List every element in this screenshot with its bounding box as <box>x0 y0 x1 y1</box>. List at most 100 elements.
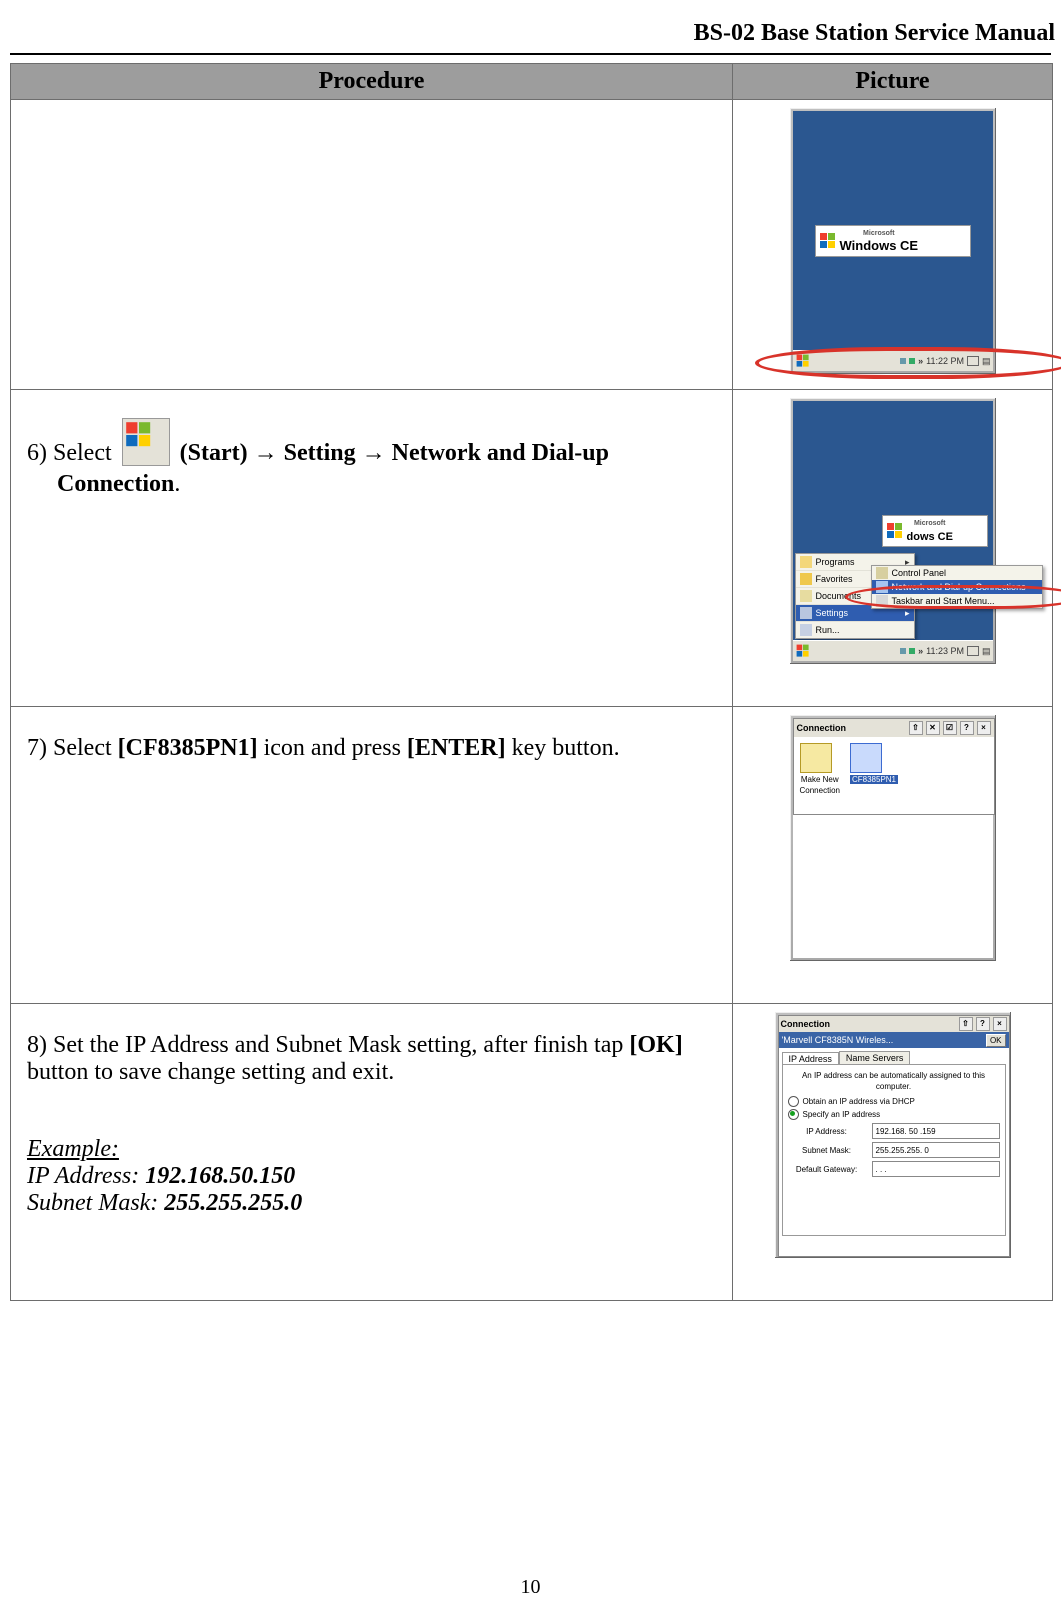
tray-sip-icon[interactable] <box>967 356 979 366</box>
menu-label: Run... <box>816 625 840 635</box>
input-gateway[interactable]: . . . <box>872 1161 1000 1177</box>
wince-brand-small: Microsoft <box>840 230 919 237</box>
wince-splash-logo: Microsoft Windows CE <box>816 226 970 256</box>
tray-desktop-icon[interactable]: ▤ <box>982 646 991 657</box>
doc-header-title: BS-02 Base Station Service Manual <box>0 20 1061 53</box>
radio-icon-checked[interactable] <box>788 1109 799 1120</box>
menu-label: Programs <box>816 557 855 567</box>
tab-panel-ip: An IP address can be automatically assig… <box>782 1064 1006 1236</box>
menu-item-run[interactable]: Run... <box>796 622 914 638</box>
settings-submenu[interactable]: Control Panel Network and Dial-up Connec… <box>871 565 1043 609</box>
input-value: . . . <box>876 1165 887 1174</box>
window-title: 'Marvell CF8385N Wireles... <box>782 1035 894 1045</box>
field-label-ip: IP Address: <box>788 1127 866 1136</box>
tray-icon[interactable] <box>900 648 906 654</box>
submenu-item-taskbar[interactable]: Taskbar and Start Menu... <box>872 594 1042 608</box>
tray-icon[interactable] <box>900 358 906 364</box>
menu-label: Network and Dial-up Connections <box>892 582 1026 592</box>
wince-taskbar[interactable]: » 11:22 PM ▤ <box>793 350 993 371</box>
wince-splash-logo: Microsoft dows CE <box>883 516 987 546</box>
row-b-picture: Microsoft dows CE Programs▸ Favorites▸ D… <box>733 390 1053 707</box>
menu-label: Documents <box>816 591 862 601</box>
start-button[interactable] <box>795 643 811 659</box>
wince-brand-partial: dows CE <box>907 531 953 543</box>
screenshot-ip-properties: Connection ⇧ ? × 'Marvell CF8385N Wirele… <box>775 1012 1011 1258</box>
step6-start: (Start) <box>180 440 248 466</box>
connection-label-selected: CF8385PN1 <box>850 775 898 784</box>
toolbar-icon[interactable]: ✕ <box>926 721 940 735</box>
sysbar-title: Connection <box>781 1019 831 1029</box>
input-subnet-mask[interactable]: 255.255.255. 0 <box>872 1142 1000 1158</box>
step7-enter: [ENTER] <box>407 735 506 761</box>
windows-flag-icon <box>820 233 836 249</box>
screenshot-start-menu: Microsoft dows CE Programs▸ Favorites▸ D… <box>790 398 996 664</box>
radio-static[interactable]: Specify an IP address <box>788 1109 1000 1120</box>
step6-setting: Setting <box>284 440 356 466</box>
menu-label: Settings <box>816 608 849 618</box>
help-icon[interactable]: ? <box>960 721 974 735</box>
col-header-procedure: Procedure <box>11 64 733 100</box>
input-ip-address[interactable]: 192.168. 50 .159 <box>872 1123 1000 1139</box>
window-title: Connection <box>797 723 847 733</box>
connection-item-cf8385pn1[interactable]: CF8385PN1 <box>850 743 898 795</box>
submenu-item-network[interactable]: Network and Dial-up Connections <box>872 580 1042 594</box>
window-titlebar: Connection ⇧ ✕ ☑ ? × <box>794 719 994 737</box>
step7-text: 7) Select <box>27 735 118 761</box>
wince-taskbar[interactable]: » 11:23 PM ▤ <box>793 640 993 661</box>
start-button[interactable] <box>795 353 811 369</box>
radio-dhcp[interactable]: Obtain an IP address via DHCP <box>788 1096 1000 1107</box>
wince-brand-small: Microsoft <box>907 520 953 527</box>
step6-dot: . <box>174 471 180 497</box>
step6-text: 6) Select <box>27 440 118 466</box>
radio-label: Specify an IP address <box>803 1110 881 1119</box>
step8-ok: [OK] <box>629 1032 682 1058</box>
menu-label: Taskbar and Start Menu... <box>892 596 995 606</box>
submenu-item-control-panel[interactable]: Control Panel <box>872 566 1042 580</box>
wince-brand: Windows CE <box>840 238 919 253</box>
toolbar-icon[interactable]: ☑ <box>943 721 957 735</box>
ok-button[interactable]: OK <box>986 1034 1006 1047</box>
header-rule <box>10 53 1051 55</box>
close-icon[interactable]: × <box>993 1017 1007 1031</box>
tab-name-servers[interactable]: Name Servers <box>839 1051 911 1064</box>
connection-item-new[interactable]: Make New Connection <box>800 743 840 795</box>
close-icon[interactable]: × <box>977 721 991 735</box>
tab-strip: IP Address Name Servers <box>782 1051 1009 1064</box>
tray-clock: 11:23 PM <box>926 646 964 656</box>
tray-icon[interactable] <box>909 358 915 364</box>
field-label-subnet: Subnet Mask: <box>788 1146 866 1155</box>
system-tray[interactable]: » 11:22 PM ▤ <box>900 356 990 367</box>
tray-clock: 11:22 PM <box>926 356 964 366</box>
row-d-picture: Connection ⇧ ? × 'Marvell CF8385N Wirele… <box>733 1004 1053 1301</box>
radio-icon[interactable] <box>788 1096 799 1107</box>
step7-text: icon and press <box>264 735 407 761</box>
tray-icon[interactable] <box>909 648 915 654</box>
tray-sip-icon[interactable] <box>967 646 979 656</box>
window-titlebar: 'Marvell CF8385N Wireles... OK <box>779 1032 1009 1048</box>
example-label: Example: <box>27 1136 716 1163</box>
connections-window: Connection ⇧ ✕ ☑ ? × <box>793 718 995 815</box>
info-text: An IP address can be automatically assig… <box>788 1070 1000 1092</box>
col-header-picture: Picture <box>733 64 1053 100</box>
step7-text: key button. <box>512 735 620 761</box>
toolbar-icon[interactable]: ⇧ <box>909 721 923 735</box>
folder-icon <box>800 743 832 773</box>
example-sm-value: 255.255.255.0 <box>164 1190 302 1216</box>
input-value: 192.168. 50 .159 <box>876 1127 936 1136</box>
help-icon[interactable]: ? <box>976 1017 990 1031</box>
start-icon-inline <box>122 418 170 466</box>
arrow-icon: → <box>254 440 278 466</box>
window-sysbar: Connection ⇧ ? × <box>779 1016 1009 1032</box>
row-a-picture: Microsoft Windows CE » <box>733 100 1053 390</box>
radio-label: Obtain an IP address via DHCP <box>803 1097 915 1106</box>
input-value: 255.255.255. 0 <box>876 1146 929 1155</box>
system-tray[interactable]: » 11:23 PM ▤ <box>900 646 990 657</box>
row-a-procedure <box>11 100 733 390</box>
row-c-picture: Connection ⇧ ✕ ☑ ? × <box>733 707 1053 1004</box>
arrow-icon: → <box>362 440 386 466</box>
procedure-table: Procedure Picture Microsoft Windows C <box>10 63 1053 1301</box>
toolbar-icon[interactable]: ⇧ <box>959 1017 973 1031</box>
page-number: 10 <box>0 1576 1061 1599</box>
tray-desktop-icon[interactable]: ▤ <box>982 356 991 367</box>
network-adapter-icon <box>850 743 882 773</box>
